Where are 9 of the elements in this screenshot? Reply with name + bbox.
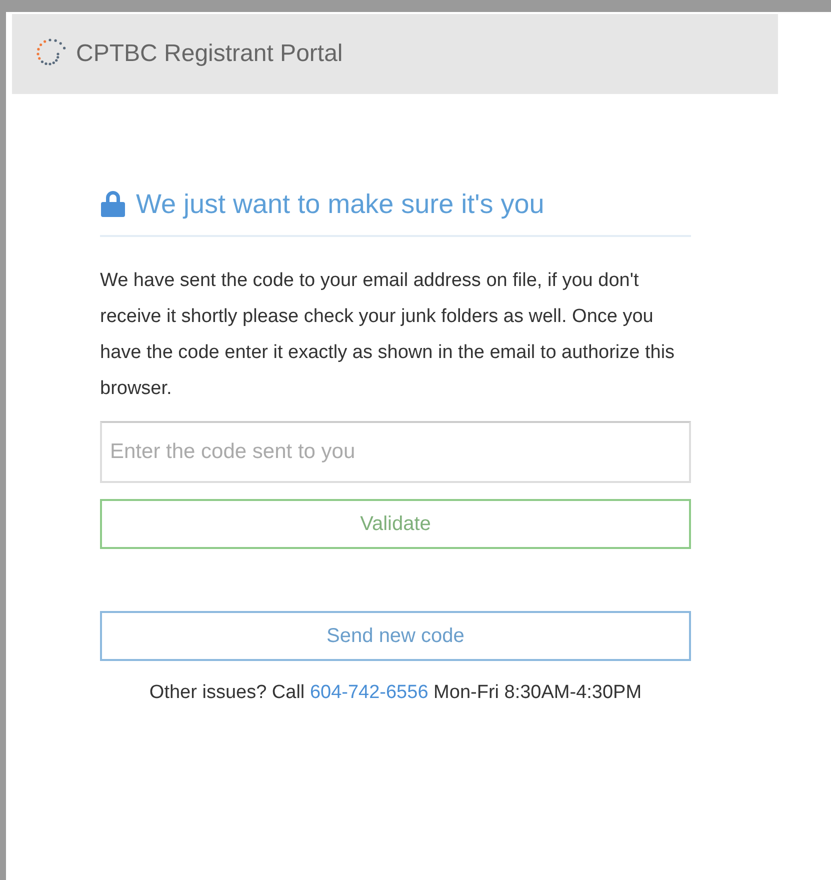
send-new-code-button[interactable]: Send new code xyxy=(100,610,691,660)
portal-title: CPTBC Registrant Portal xyxy=(76,39,343,69)
page-heading: We just want to make sure it's you xyxy=(136,188,544,221)
lock-icon xyxy=(100,190,126,218)
code-input-field[interactable]: Enter the code sent to you xyxy=(100,420,691,482)
instructions-text: We have sent the code to your email address on file, if you don't receive it shortly please check your junk folders as well. Once you have the code enter it exactly as shown in the email to authorize this browser. xyxy=(100,268,676,400)
phone-link[interactable]: 604-742-6556 xyxy=(310,682,428,702)
support-text: Other issues? Call 604-742-6556 Mon-Fri 8:30AM-4:30PM xyxy=(148,680,643,704)
validate-button[interactable]: Validate xyxy=(100,498,691,548)
